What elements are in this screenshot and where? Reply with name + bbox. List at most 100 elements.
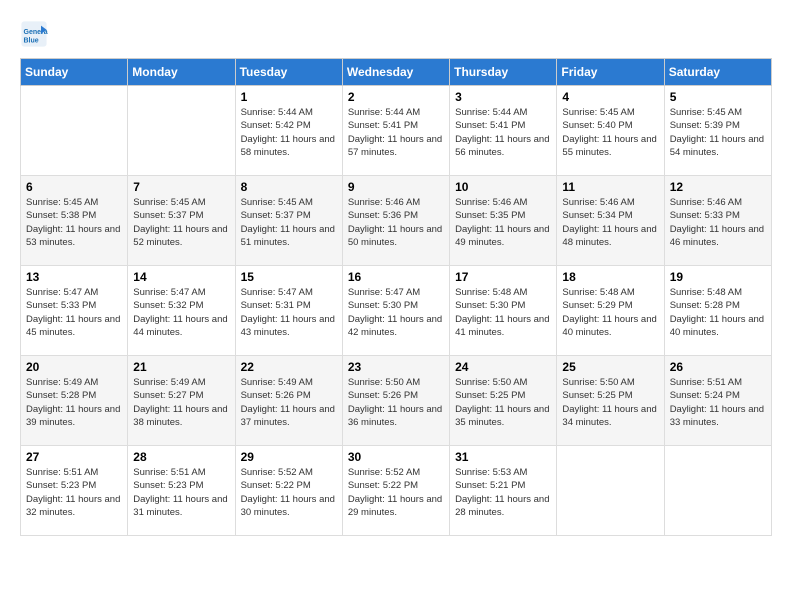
calendar-week-4: 20 Sunrise: 5:49 AM Sunset: 5:28 PM Dayli… bbox=[21, 356, 772, 446]
calendar-header-row: SundayMondayTuesdayWednesdayThursdayFrid… bbox=[21, 59, 772, 86]
day-number: 17 bbox=[455, 270, 551, 284]
day-info: Sunrise: 5:52 AM Sunset: 5:22 PM Dayligh… bbox=[348, 466, 444, 519]
day-number: 13 bbox=[26, 270, 122, 284]
day-info: Sunrise: 5:49 AM Sunset: 5:26 PM Dayligh… bbox=[241, 376, 337, 429]
day-info: Sunrise: 5:49 AM Sunset: 5:27 PM Dayligh… bbox=[133, 376, 229, 429]
header-monday: Monday bbox=[128, 59, 235, 86]
header-tuesday: Tuesday bbox=[235, 59, 342, 86]
day-info: Sunrise: 5:44 AM Sunset: 5:41 PM Dayligh… bbox=[455, 106, 551, 159]
day-number: 23 bbox=[348, 360, 444, 374]
day-number: 18 bbox=[562, 270, 658, 284]
calendar-cell: 1 Sunrise: 5:44 AM Sunset: 5:42 PM Daylig… bbox=[235, 86, 342, 176]
day-info: Sunrise: 5:47 AM Sunset: 5:30 PM Dayligh… bbox=[348, 286, 444, 339]
calendar-cell: 14 Sunrise: 5:47 AM Sunset: 5:32 PM Dayli… bbox=[128, 266, 235, 356]
calendar-cell: 4 Sunrise: 5:45 AM Sunset: 5:40 PM Daylig… bbox=[557, 86, 664, 176]
day-info: Sunrise: 5:45 AM Sunset: 5:37 PM Dayligh… bbox=[241, 196, 337, 249]
day-info: Sunrise: 5:48 AM Sunset: 5:30 PM Dayligh… bbox=[455, 286, 551, 339]
calendar-cell: 11 Sunrise: 5:46 AM Sunset: 5:34 PM Dayli… bbox=[557, 176, 664, 266]
calendar-cell: 6Sunrise: 5:45 AM Sunset: 5:38 PM Daylig… bbox=[21, 176, 128, 266]
day-info: Sunrise: 5:51 AM Sunset: 5:23 PM Dayligh… bbox=[133, 466, 229, 519]
day-info: Sunrise: 5:45 AM Sunset: 5:40 PM Dayligh… bbox=[562, 106, 658, 159]
calendar-week-5: 27 Sunrise: 5:51 AM Sunset: 5:23 PM Dayli… bbox=[21, 446, 772, 536]
calendar-cell: 15 Sunrise: 5:47 AM Sunset: 5:31 PM Dayli… bbox=[235, 266, 342, 356]
day-number: 3 bbox=[455, 90, 551, 104]
day-number: 29 bbox=[241, 450, 337, 464]
calendar-week-3: 13Sunrise: 5:47 AM Sunset: 5:33 PM Dayli… bbox=[21, 266, 772, 356]
day-number: 28 bbox=[133, 450, 229, 464]
calendar-cell: 28 Sunrise: 5:51 AM Sunset: 5:23 PM Dayli… bbox=[128, 446, 235, 536]
day-info: Sunrise: 5:45 AM Sunset: 5:38 PM Dayligh… bbox=[26, 196, 122, 249]
day-number: 8 bbox=[241, 180, 337, 194]
day-info: Sunrise: 5:48 AM Sunset: 5:28 PM Dayligh… bbox=[670, 286, 766, 339]
day-number: 20 bbox=[26, 360, 122, 374]
day-number: 24 bbox=[455, 360, 551, 374]
header-friday: Friday bbox=[557, 59, 664, 86]
calendar-cell: 19Sunrise: 5:48 AM Sunset: 5:28 PM Dayli… bbox=[664, 266, 771, 356]
day-number: 30 bbox=[348, 450, 444, 464]
day-number: 26 bbox=[670, 360, 766, 374]
calendar-cell bbox=[664, 446, 771, 536]
day-number: 2 bbox=[348, 90, 444, 104]
calendar-cell: 30 Sunrise: 5:52 AM Sunset: 5:22 PM Dayli… bbox=[342, 446, 449, 536]
calendar-cell: 25Sunrise: 5:50 AM Sunset: 5:25 PM Dayli… bbox=[557, 356, 664, 446]
day-number: 22 bbox=[241, 360, 337, 374]
calendar-table: SundayMondayTuesdayWednesdayThursdayFrid… bbox=[20, 58, 772, 536]
day-info: Sunrise: 5:46 AM Sunset: 5:34 PM Dayligh… bbox=[562, 196, 658, 249]
calendar-cell: 9Sunrise: 5:46 AM Sunset: 5:36 PM Daylig… bbox=[342, 176, 449, 266]
calendar-cell bbox=[128, 86, 235, 176]
calendar-cell: 10 Sunrise: 5:46 AM Sunset: 5:35 PM Dayli… bbox=[450, 176, 557, 266]
header-wednesday: Wednesday bbox=[342, 59, 449, 86]
day-info: Sunrise: 5:46 AM Sunset: 5:36 PM Dayligh… bbox=[348, 196, 444, 249]
day-info: Sunrise: 5:46 AM Sunset: 5:35 PM Dayligh… bbox=[455, 196, 551, 249]
calendar-cell: 29 Sunrise: 5:52 AM Sunset: 5:22 PM Dayli… bbox=[235, 446, 342, 536]
day-number: 14 bbox=[133, 270, 229, 284]
day-number: 31 bbox=[455, 450, 551, 464]
day-info: Sunrise: 5:48 AM Sunset: 5:29 PM Dayligh… bbox=[562, 286, 658, 339]
day-info: Sunrise: 5:44 AM Sunset: 5:41 PM Dayligh… bbox=[348, 106, 444, 159]
day-number: 10 bbox=[455, 180, 551, 194]
logo-icon: General Blue bbox=[20, 20, 48, 48]
calendar-cell: 12Sunrise: 5:46 AM Sunset: 5:33 PM Dayli… bbox=[664, 176, 771, 266]
header-thursday: Thursday bbox=[450, 59, 557, 86]
day-info: Sunrise: 5:52 AM Sunset: 5:22 PM Dayligh… bbox=[241, 466, 337, 519]
day-number: 5 bbox=[670, 90, 766, 104]
day-info: Sunrise: 5:47 AM Sunset: 5:32 PM Dayligh… bbox=[133, 286, 229, 339]
day-number: 21 bbox=[133, 360, 229, 374]
day-info: Sunrise: 5:44 AM Sunset: 5:42 PM Dayligh… bbox=[241, 106, 337, 159]
calendar-cell: 24Sunrise: 5:50 AM Sunset: 5:25 PM Dayli… bbox=[450, 356, 557, 446]
day-info: Sunrise: 5:45 AM Sunset: 5:37 PM Dayligh… bbox=[133, 196, 229, 249]
calendar-cell: 3 Sunrise: 5:44 AM Sunset: 5:41 PM Daylig… bbox=[450, 86, 557, 176]
day-number: 15 bbox=[241, 270, 337, 284]
day-number: 1 bbox=[241, 90, 337, 104]
calendar-cell: 7 Sunrise: 5:45 AM Sunset: 5:37 PM Daylig… bbox=[128, 176, 235, 266]
calendar-cell bbox=[557, 446, 664, 536]
header-sunday: Sunday bbox=[21, 59, 128, 86]
day-number: 16 bbox=[348, 270, 444, 284]
calendar-week-2: 6Sunrise: 5:45 AM Sunset: 5:38 PM Daylig… bbox=[21, 176, 772, 266]
calendar-cell: 18 Sunrise: 5:48 AM Sunset: 5:29 PM Dayli… bbox=[557, 266, 664, 356]
day-info: Sunrise: 5:53 AM Sunset: 5:21 PM Dayligh… bbox=[455, 466, 551, 519]
day-number: 4 bbox=[562, 90, 658, 104]
day-info: Sunrise: 5:49 AM Sunset: 5:28 PM Dayligh… bbox=[26, 376, 122, 429]
calendar-cell: 8 Sunrise: 5:45 AM Sunset: 5:37 PM Daylig… bbox=[235, 176, 342, 266]
calendar-cell: 16 Sunrise: 5:47 AM Sunset: 5:30 PM Dayli… bbox=[342, 266, 449, 356]
calendar-cell: 17 Sunrise: 5:48 AM Sunset: 5:30 PM Dayli… bbox=[450, 266, 557, 356]
calendar-cell: 2 Sunrise: 5:44 AM Sunset: 5:41 PM Daylig… bbox=[342, 86, 449, 176]
day-number: 7 bbox=[133, 180, 229, 194]
day-info: Sunrise: 5:47 AM Sunset: 5:31 PM Dayligh… bbox=[241, 286, 337, 339]
day-number: 11 bbox=[562, 180, 658, 194]
day-info: Sunrise: 5:51 AM Sunset: 5:23 PM Dayligh… bbox=[26, 466, 122, 519]
calendar-cell bbox=[21, 86, 128, 176]
day-info: Sunrise: 5:46 AM Sunset: 5:33 PM Dayligh… bbox=[670, 196, 766, 249]
day-info: Sunrise: 5:45 AM Sunset: 5:39 PM Dayligh… bbox=[670, 106, 766, 159]
calendar-cell: 31 Sunrise: 5:53 AM Sunset: 5:21 PM Dayli… bbox=[450, 446, 557, 536]
calendar-cell: 5 Sunrise: 5:45 AM Sunset: 5:39 PM Daylig… bbox=[664, 86, 771, 176]
calendar-cell: 26 Sunrise: 5:51 AM Sunset: 5:24 PM Dayli… bbox=[664, 356, 771, 446]
day-info: Sunrise: 5:51 AM Sunset: 5:24 PM Dayligh… bbox=[670, 376, 766, 429]
calendar-cell: 20 Sunrise: 5:49 AM Sunset: 5:28 PM Dayli… bbox=[21, 356, 128, 446]
page-header: General Blue bbox=[20, 20, 772, 48]
header-saturday: Saturday bbox=[664, 59, 771, 86]
logo: General Blue bbox=[20, 20, 52, 48]
day-number: 27 bbox=[26, 450, 122, 464]
day-number: 25 bbox=[562, 360, 658, 374]
